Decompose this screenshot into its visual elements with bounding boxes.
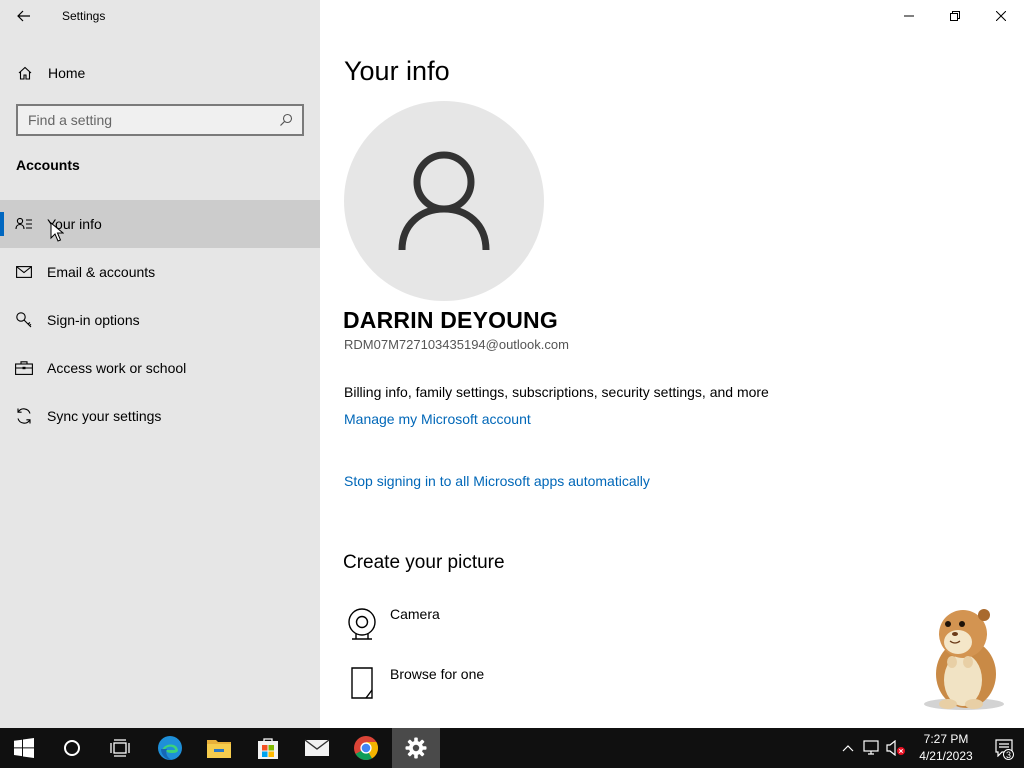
sidebar-item-sync[interactable]: Sync your settings (0, 392, 320, 440)
sidebar-item-home[interactable]: Home (0, 55, 320, 91)
sidebar-item-access-work[interactable]: Access work or school (0, 344, 320, 392)
close-icon (996, 11, 1006, 21)
search-icon[interactable] (276, 110, 296, 130)
sidebar-item-sign-in-options[interactable]: Sign-in options (0, 296, 320, 344)
page-title: Your info (344, 56, 450, 86)
settings-button[interactable] (392, 728, 440, 768)
mail-app-button[interactable] (293, 728, 341, 768)
your-info-icon (15, 215, 33, 233)
user-name: DARRIN DEYOUNG (343, 307, 558, 333)
restore-button[interactable] (932, 0, 978, 32)
start-button[interactable] (0, 728, 48, 768)
user-placeholder-icon (398, 151, 490, 251)
window-controls (886, 0, 1024, 32)
search-input[interactable] (18, 112, 276, 128)
sync-icon (15, 407, 33, 425)
clock[interactable]: 7:27 PM 4/21/2023 (908, 731, 984, 765)
chevron-up-icon (842, 745, 854, 752)
title-bar: Settings (0, 0, 320, 32)
create-picture-heading: Create your picture (343, 552, 505, 573)
browse-file-icon (344, 666, 380, 702)
network-button[interactable] (860, 728, 884, 768)
volume-button[interactable] (884, 728, 908, 768)
notification-count-badge: 3 (1003, 749, 1014, 760)
camera-option[interactable]: Camera (344, 606, 440, 650)
hamster-mascot[interactable] (918, 604, 1010, 712)
cortana-button[interactable] (48, 728, 96, 768)
clock-time: 7:27 PM (923, 732, 969, 746)
briefcase-icon (15, 359, 33, 377)
task-view-button[interactable] (96, 728, 144, 768)
section-title: Accounts (16, 157, 80, 173)
mail-icon (15, 263, 33, 281)
avatar (344, 101, 544, 301)
action-center-button[interactable]: 3 (984, 728, 1024, 768)
taskbar: 7:27 PM 4/21/2023 3 (0, 728, 1024, 768)
file-explorer-button[interactable] (195, 728, 243, 768)
show-hidden-icons-button[interactable] (836, 728, 860, 768)
system-tray: 7:27 PM 4/21/2023 3 (836, 728, 1024, 768)
manage-account-link[interactable]: Manage my Microsoft account (344, 411, 531, 427)
app-title: Settings (62, 9, 106, 23)
key-icon (15, 311, 33, 329)
back-arrow-icon (17, 10, 30, 22)
edge-icon (158, 736, 182, 760)
restore-icon (950, 11, 960, 21)
start-icon (14, 738, 34, 758)
browse-label: Browse for one (390, 666, 485, 682)
user-email: RDM07M727103435194@outlook.com (344, 337, 569, 352)
home-icon (17, 65, 33, 81)
store-icon (258, 738, 278, 759)
edge-button[interactable] (146, 728, 194, 768)
sidebar: Settings Home Accounts Your info Email &… (0, 0, 320, 728)
clock-date: 4/21/2023 (919, 749, 973, 763)
sidebar-item-label: Sync your settings (47, 408, 162, 424)
billing-text: Billing info, family settings, subscript… (344, 384, 769, 400)
accounts-nav: Your info Email & accounts Sign-in optio… (0, 200, 320, 440)
settings-icon (405, 737, 427, 759)
sidebar-item-label: Email & accounts (47, 264, 156, 280)
close-button[interactable] (978, 0, 1024, 32)
browse-option[interactable]: Browse for one (344, 666, 484, 710)
sidebar-item-label: Sign-in options (47, 312, 140, 328)
task-view-icon (110, 739, 130, 757)
sidebar-item-label: Access work or school (47, 360, 187, 376)
stop-signing-in-link[interactable]: Stop signing in to all Microsoft apps au… (344, 473, 650, 489)
mouse-cursor-icon (50, 222, 64, 242)
sidebar-item-email-accounts[interactable]: Email & accounts (0, 248, 320, 296)
search-box[interactable] (16, 104, 304, 136)
back-button[interactable] (8, 4, 40, 28)
minimize-icon (904, 15, 914, 17)
camera-icon (344, 606, 380, 642)
file-explorer-icon (207, 740, 231, 758)
store-button[interactable] (244, 728, 292, 768)
minimize-button[interactable] (886, 0, 932, 32)
network-icon (863, 740, 879, 755)
chrome-button[interactable] (342, 728, 390, 768)
home-label: Home (48, 65, 86, 81)
cortana-icon (64, 740, 80, 756)
camera-label: Camera (390, 606, 440, 622)
sidebar-item-your-info[interactable]: Your info (0, 200, 320, 248)
mail-app-icon (304, 739, 330, 756)
chrome-icon (354, 736, 379, 761)
volume-muted-icon (886, 740, 905, 756)
